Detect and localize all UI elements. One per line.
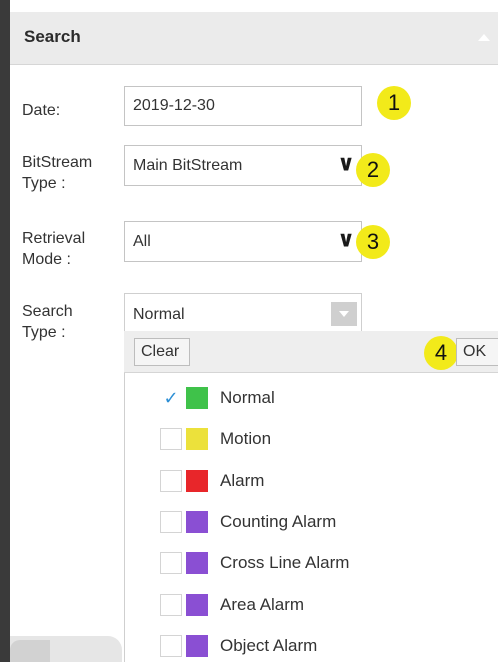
search-panel: Search Date: 2019-12-30 1 BitStream Type… xyxy=(0,0,498,662)
bitstream-type-value: Main BitStream xyxy=(133,156,243,174)
annotation-badge-2: 2 xyxy=(356,153,390,187)
option-color-swatch xyxy=(186,511,208,533)
option-checkbox[interactable]: ✓ xyxy=(160,387,182,409)
chevron-down-icon[interactable]: ∨ xyxy=(337,226,355,252)
date-label: Date: xyxy=(22,102,61,119)
option-color-swatch xyxy=(186,552,208,574)
option-checkbox[interactable] xyxy=(160,552,182,574)
search-type-option[interactable]: Cross Line Alarm xyxy=(160,550,349,576)
search-type-option[interactable]: Area Alarm xyxy=(160,592,304,618)
option-label: Cross Line Alarm xyxy=(220,553,350,572)
bitstream-type-label: BitStream Type : xyxy=(22,154,93,192)
option-color-swatch xyxy=(186,387,208,409)
search-type-select[interactable]: Normal xyxy=(124,293,362,331)
option-checkbox[interactable] xyxy=(160,594,182,616)
option-label: Counting Alarm xyxy=(220,512,337,531)
dropdown-arrow-icon[interactable] xyxy=(331,302,357,326)
search-type-option[interactable]: ✓ Normal xyxy=(160,385,275,411)
ok-button[interactable]: OK xyxy=(456,338,498,366)
option-color-swatch xyxy=(186,635,208,657)
bitstream-type-select[interactable]: Main BitStream ∨ xyxy=(124,145,362,186)
date-input[interactable]: 2019-12-30 xyxy=(124,86,362,126)
search-type-option[interactable]: Object Alarm xyxy=(160,633,317,659)
option-label: Normal xyxy=(220,388,275,407)
option-color-swatch xyxy=(186,470,208,492)
panel-header[interactable]: Search xyxy=(10,12,498,65)
retrieval-mode-select[interactable]: All ∨ xyxy=(124,221,362,262)
option-checkbox[interactable] xyxy=(160,635,182,657)
date-value: 2019-12-30 xyxy=(133,97,215,114)
annotation-badge-1: 1 xyxy=(377,86,411,120)
left-border xyxy=(0,0,10,662)
option-color-swatch xyxy=(186,428,208,450)
option-label: Object Alarm xyxy=(220,636,318,655)
option-checkbox[interactable] xyxy=(160,470,182,492)
check-icon: ✓ xyxy=(163,388,179,408)
bottom-tab-inner xyxy=(10,640,50,662)
panel-title: Search xyxy=(24,27,81,46)
chevron-down-icon[interactable]: ∨ xyxy=(337,150,355,176)
caret-up-icon[interactable] xyxy=(478,34,490,41)
search-type-label: Search Type : xyxy=(22,303,73,341)
search-type-value: Normal xyxy=(133,306,185,323)
search-type-option[interactable]: Motion xyxy=(160,426,271,452)
clear-button[interactable]: Clear xyxy=(134,338,190,366)
option-label: Alarm xyxy=(220,471,265,490)
option-checkbox[interactable] xyxy=(160,428,182,450)
annotation-badge-4: 4 xyxy=(424,336,458,370)
option-label: Motion xyxy=(220,429,272,448)
retrieval-mode-value: All xyxy=(133,232,151,250)
option-color-swatch xyxy=(186,594,208,616)
search-type-option[interactable]: Counting Alarm xyxy=(160,509,336,535)
dropdown-toolbar: Clear 4 OK xyxy=(124,331,498,373)
search-type-option[interactable]: Alarm xyxy=(160,468,264,494)
retrieval-mode-label: Retrieval Mode : xyxy=(22,230,86,268)
annotation-badge-3: 3 xyxy=(356,225,390,259)
option-label: Area Alarm xyxy=(220,595,305,614)
option-checkbox[interactable] xyxy=(160,511,182,533)
